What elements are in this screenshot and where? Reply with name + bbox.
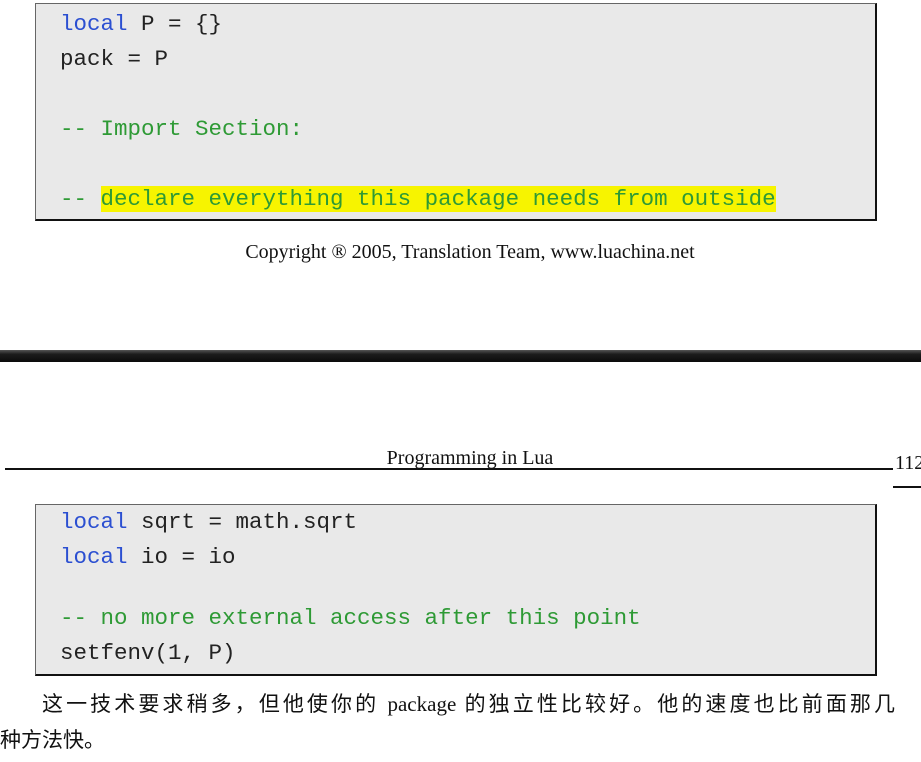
- page-break-bar: [0, 350, 921, 362]
- page-number-box: 112: [895, 450, 921, 476]
- code-text: setfenv(1, P): [60, 640, 236, 666]
- code-comment: -- Import Section:: [60, 116, 304, 142]
- code-line: -- no more external access after this po…: [60, 601, 875, 636]
- code-keyword: local: [60, 544, 128, 570]
- copyright-footer: Copyright ® 2005, Translation Team, www.…: [245, 241, 695, 263]
- code-line: local io = io: [60, 540, 875, 575]
- code-block-local-imports: local sqrt = math.sqrt local io = io -- …: [35, 504, 877, 676]
- code-line: setfenv(1, P): [60, 636, 875, 671]
- code-keyword: local: [60, 11, 128, 37]
- code-keyword: local: [60, 509, 128, 535]
- code-text: pack = P: [60, 46, 169, 72]
- header-rule: [5, 468, 893, 470]
- code-text: sqrt = math.sqrt: [127, 509, 358, 535]
- code-line: local sqrt = math.sqrt: [60, 505, 875, 540]
- running-header-title: Programming in Lua: [386, 447, 554, 469]
- paragraph-line: 种方法快。: [0, 728, 105, 752]
- code-line: local P = {}: [60, 7, 875, 42]
- page-number-rule: [893, 486, 921, 488]
- code-comment-highlighted: declare everything this package needs fr…: [100, 186, 776, 212]
- paragraph-line: 这一技术要求稍多，但他使你的 package 的独立性比较好。他的速度也比前面那…: [42, 692, 895, 716]
- code-comment: --: [60, 186, 101, 212]
- code-line: pack = P: [60, 42, 875, 77]
- code-text: P = {}: [127, 11, 223, 37]
- code-block-package-setup: local P = {} pack = P -- Import Section:…: [35, 3, 877, 221]
- code-line: -- declare everything this package needs…: [60, 182, 875, 217]
- code-comment: -- no more external access after this po…: [60, 605, 641, 631]
- code-text: io = io: [127, 544, 236, 570]
- code-line: -- Import Section:: [60, 112, 875, 147]
- page-number: 112: [895, 452, 921, 474]
